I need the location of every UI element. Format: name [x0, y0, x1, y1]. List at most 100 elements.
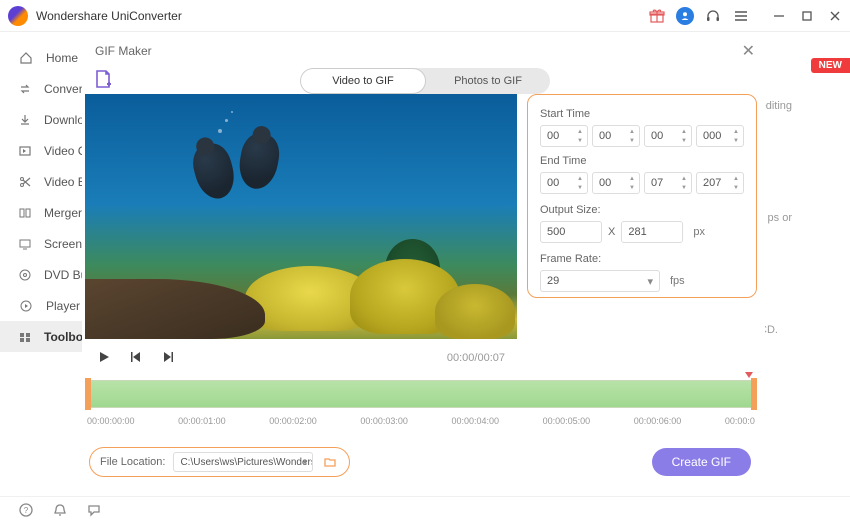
spin-down[interactable]: ▼ — [626, 183, 638, 192]
sidebar-item-label: Player — [46, 299, 80, 313]
gift-icon[interactable] — [648, 7, 666, 25]
merger-icon — [18, 205, 32, 221]
sidebar-item-label: Merger — [44, 206, 82, 220]
spin-down[interactable]: ▼ — [574, 183, 586, 192]
end-time-label: End Time — [540, 155, 744, 167]
sidebar-item-player[interactable]: Player — [0, 290, 82, 321]
timeline[interactable] — [85, 378, 757, 414]
disc-icon — [18, 267, 32, 283]
spin-up[interactable]: ▲ — [730, 174, 742, 183]
create-gif-button[interactable]: Create GIF — [652, 448, 751, 476]
sidebar-item-label: Toolbox — [44, 330, 82, 344]
tick-label: 00:00:01:00 — [178, 416, 226, 426]
play-icon — [18, 298, 34, 314]
spin-down[interactable]: ▼ — [730, 183, 742, 192]
gif-maker-dialog: GIF Maker ✕ Video to GIF Photos to GIF 0… — [85, 38, 765, 488]
gif-parameters: Start Time ▲▼ ▲▼ ▲▼ ▲▼ End Time ▲▼ ▲▼ ▲▼… — [527, 94, 757, 298]
maximize-button[interactable] — [800, 9, 814, 23]
tick-label: 00:00:06:00 — [634, 416, 682, 426]
playback-time: 00:00/00:07 — [447, 352, 505, 364]
framerate-label: Frame Rate: — [540, 253, 744, 265]
spin-down[interactable]: ▼ — [574, 136, 586, 145]
spin-up[interactable]: ▲ — [730, 127, 742, 136]
close-button[interactable] — [828, 9, 842, 23]
spin-up[interactable]: ▲ — [626, 174, 638, 183]
open-folder-button[interactable] — [321, 453, 339, 471]
tick-label: 00:00:04:00 — [452, 416, 500, 426]
toolbox-icon — [18, 329, 32, 345]
user-avatar[interactable] — [676, 7, 694, 25]
spin-up[interactable]: ▲ — [574, 174, 586, 183]
sidebar-item-compressor[interactable]: Video Compressor — [0, 135, 82, 166]
video-preview[interactable] — [85, 94, 517, 339]
sidebar-item-label: Video Compressor — [44, 144, 82, 158]
compressor-icon — [18, 143, 32, 159]
headset-icon[interactable] — [704, 7, 722, 25]
timeline-end-handle[interactable] — [751, 378, 757, 410]
sidebar-item-convert[interactable]: Convert — [0, 73, 82, 104]
spin-up[interactable]: ▲ — [574, 127, 586, 136]
feedback-icon[interactable] — [86, 502, 102, 521]
size-unit: px — [693, 226, 705, 238]
spin-down[interactable]: ▼ — [626, 136, 638, 145]
convert-icon — [18, 81, 32, 97]
bg-text: ps or — [768, 212, 792, 224]
spin-up[interactable]: ▲ — [678, 127, 690, 136]
output-height-input[interactable] — [621, 221, 683, 243]
file-location-group: File Location: C:\Users\ws\Pictures\Wond… — [89, 447, 350, 477]
statusbar: ? — [0, 496, 850, 526]
download-icon — [18, 112, 32, 128]
sidebar: Home Convert Download Video Compressor V… — [0, 32, 82, 496]
hamburger-icon[interactable] — [732, 7, 750, 25]
output-width-input[interactable] — [540, 221, 602, 243]
spin-down[interactable]: ▼ — [730, 136, 742, 145]
tick-label: 00:00:0 — [725, 416, 755, 426]
sidebar-item-label: DVD Burner — [44, 268, 82, 282]
sidebar-item-download[interactable]: Download — [0, 104, 82, 135]
framerate-value: 29 — [547, 275, 559, 287]
sidebar-item-dvd[interactable]: DVD Burner — [0, 259, 82, 290]
sidebar-item-label: Screen Recorder — [44, 237, 82, 251]
sidebar-item-toolbox[interactable]: Toolbox — [0, 321, 82, 352]
spin-up[interactable]: ▲ — [678, 174, 690, 183]
tick-label: 00:00:02:00 — [269, 416, 317, 426]
spin-up[interactable]: ▲ — [626, 127, 638, 136]
bell-icon[interactable] — [52, 502, 68, 521]
spin-down[interactable]: ▼ — [678, 183, 690, 192]
sidebar-item-editor[interactable]: Video Editor — [0, 166, 82, 197]
sidebar-item-home[interactable]: Home — [0, 42, 82, 73]
tab-photos-to-gif[interactable]: Photos to GIF — [426, 68, 550, 94]
spin-down[interactable]: ▼ — [678, 136, 690, 145]
prev-frame-button[interactable] — [129, 350, 143, 367]
tab-video-to-gif[interactable]: Video to GIF — [300, 68, 426, 94]
timeline-start-handle[interactable] — [85, 378, 91, 410]
framerate-select[interactable]: 29 — [540, 270, 660, 292]
sidebar-item-label: Download — [44, 113, 82, 127]
dialog-title: GIF Maker — [95, 44, 742, 58]
tick-label: 00:00:03:00 — [360, 416, 408, 426]
home-icon — [18, 50, 34, 66]
scissors-icon — [18, 174, 32, 190]
fps-unit: fps — [670, 275, 685, 287]
play-button[interactable] — [97, 350, 111, 367]
new-badge: NEW — [811, 58, 850, 73]
file-location-label: File Location: — [100, 456, 165, 468]
file-location-select[interactable]: C:\Users\ws\Pictures\Wondersh — [173, 452, 313, 472]
output-size-label: Output Size: — [540, 204, 744, 216]
sidebar-item-merger[interactable]: Merger — [0, 197, 82, 228]
dialog-close-button[interactable]: ✕ — [742, 41, 755, 61]
app-title: Wondershare UniConverter — [36, 9, 648, 23]
size-separator: X — [608, 226, 615, 238]
tick-label: 00:00:00:00 — [87, 416, 135, 426]
timeline-playhead[interactable] — [745, 372, 753, 378]
timeline-ticks: 00:00:00:00 00:00:01:00 00:00:02:00 00:0… — [85, 416, 757, 426]
timeline-track[interactable] — [85, 380, 757, 408]
add-file-button[interactable] — [90, 66, 116, 92]
app-logo — [8, 6, 28, 26]
svg-text:?: ? — [24, 506, 29, 515]
sidebar-item-recorder[interactable]: Screen Recorder — [0, 228, 82, 259]
next-frame-button[interactable] — [161, 350, 175, 367]
playback-controls: 00:00/00:07 — [85, 343, 517, 373]
help-button[interactable]: ? — [18, 502, 34, 521]
minimize-button[interactable] — [772, 9, 786, 23]
